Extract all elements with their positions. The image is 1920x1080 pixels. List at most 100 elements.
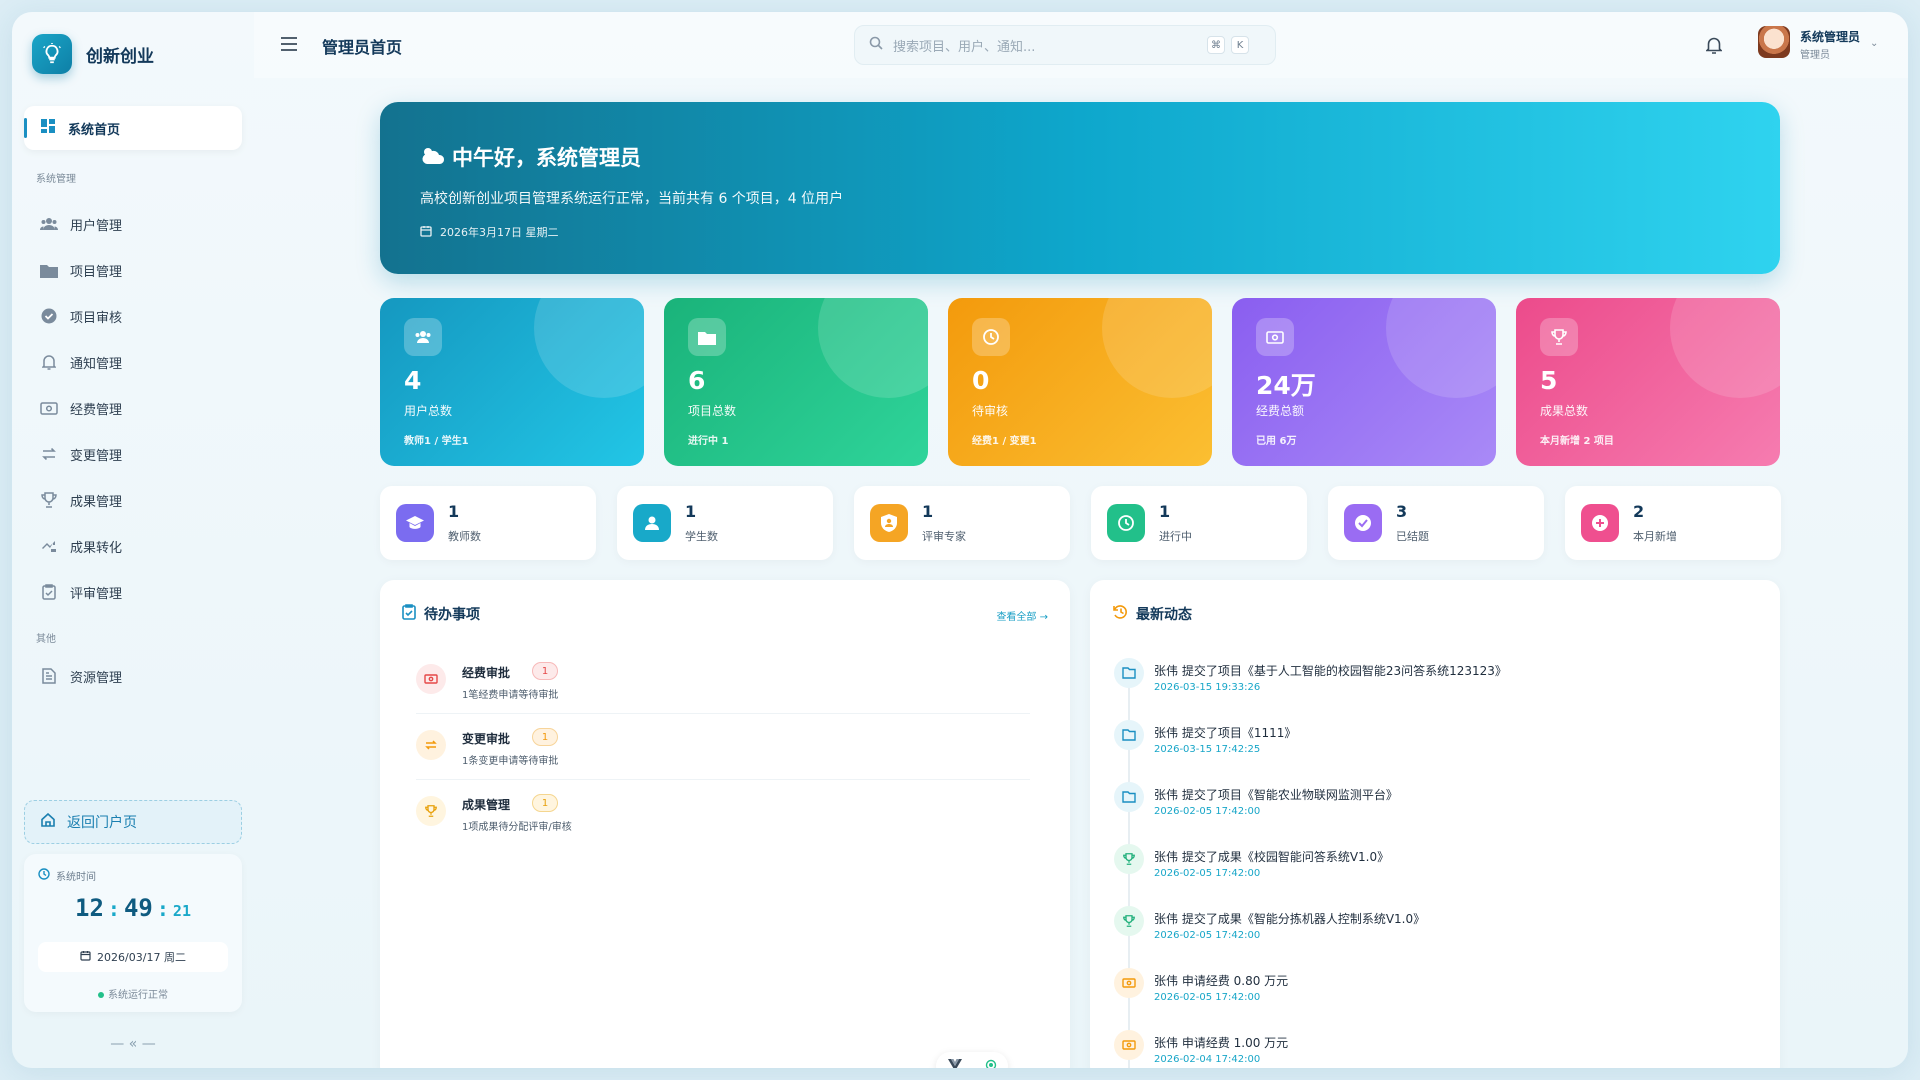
history-icon bbox=[1112, 604, 1128, 624]
mini-value: 2 bbox=[1633, 502, 1645, 521]
section-label-other: 其他 bbox=[36, 634, 56, 645]
todo-panel-title: 待办事项 bbox=[402, 604, 480, 624]
sidebar-item-label: 评审管理 bbox=[70, 586, 123, 602]
mini-card-teachers[interactable]: 1 教师数 bbox=[380, 486, 596, 560]
transfer-icon bbox=[40, 537, 58, 555]
swap-icon bbox=[40, 445, 58, 463]
mini-card-ongoing[interactable]: 1 进行中 bbox=[1091, 486, 1307, 560]
mini-value: 1 bbox=[448, 502, 460, 521]
sidebar-item-home[interactable]: 系统首页 bbox=[24, 106, 242, 150]
money-icon bbox=[1256, 318, 1294, 356]
money-icon bbox=[416, 664, 446, 694]
cloud-sun-icon bbox=[420, 145, 446, 170]
stat-value: 5 bbox=[1540, 366, 1558, 395]
check-badge-icon bbox=[40, 307, 58, 325]
stat-card-users[interactable]: 4 用户总数 教师1 / 学生1 bbox=[380, 298, 644, 466]
activity-item[interactable]: 张伟 提交了成果《智能分拣机器人控制系统V1.0》 2026-02-05 17:… bbox=[1114, 906, 1734, 968]
sidebar-item-label: 成果管理 bbox=[70, 494, 123, 510]
mini-card-students[interactable]: 1 学生数 bbox=[617, 486, 833, 560]
stat-card-funds[interactable]: 24万 经费总额 已用 6万 bbox=[1232, 298, 1496, 466]
activity-panel-title: 最新动态 bbox=[1112, 604, 1192, 624]
stat-label: 经费总额 bbox=[1256, 404, 1305, 418]
activity-text: 张伟 提交了项目《基于人工智能的校园智能23问答系统123123》 bbox=[1154, 664, 1507, 678]
user-name[interactable]: 系统管理员 bbox=[1800, 28, 1860, 45]
bell-icon bbox=[40, 353, 58, 371]
floating-toolbar bbox=[936, 1052, 1008, 1068]
activity-item[interactable]: 张伟 提交了项目《1111》 2026-03-15 17:42:25 bbox=[1114, 720, 1734, 782]
sidebar-item-users[interactable]: 用户管理 bbox=[24, 204, 242, 244]
sidebar-item-review[interactable]: 评审管理 bbox=[24, 572, 242, 612]
clock-icon bbox=[38, 868, 50, 883]
activity-item[interactable]: 张伟 提交了项目《智能农业物联网监测平台》 2026-02-05 17:42:0… bbox=[1114, 782, 1734, 844]
activity-item[interactable]: 张伟 提交了成果《校园智能问答系统V1.0》 2026-02-05 17:42:… bbox=[1114, 844, 1734, 906]
app-name: 创新创业 bbox=[86, 46, 154, 67]
page-title: 管理员首页 bbox=[322, 38, 403, 57]
menu-icon[interactable] bbox=[280, 36, 300, 54]
swap-icon bbox=[416, 730, 446, 760]
activity-time: 2026-02-05 17:42:00 bbox=[1154, 868, 1261, 879]
top-header: 管理员首页 搜索项目、用户、通知... ⌘ K 系统管理员 管理员 ⌄ bbox=[254, 12, 1908, 78]
mini-card-new-this-month[interactable]: 2 本月新增 bbox=[1565, 486, 1781, 560]
chevron-down-icon[interactable]: ⌄ bbox=[1870, 38, 1878, 49]
sidebar-item-resources[interactable]: 资源管理 bbox=[24, 656, 242, 696]
mini-card-experts[interactable]: 1 评审专家 bbox=[854, 486, 1070, 560]
back-to-portal-button[interactable]: 返回门户页 bbox=[24, 800, 242, 844]
logo[interactable]: 创新创业 bbox=[32, 34, 154, 74]
sidebar-item-notices[interactable]: 通知管理 bbox=[24, 342, 242, 382]
view-all-link[interactable]: 查看全部 → bbox=[996, 608, 1048, 623]
trophy-icon bbox=[416, 796, 446, 826]
activity-item[interactable]: 张伟 提交了项目《基于人工智能的校园智能23问答系统123123》 2026-0… bbox=[1114, 658, 1734, 720]
target-icon[interactable] bbox=[985, 1059, 997, 1068]
mini-label: 评审专家 bbox=[922, 530, 966, 543]
trophy-icon bbox=[40, 491, 58, 509]
stat-note: 本月新增 2 项目 bbox=[1540, 436, 1614, 447]
mini-label: 进行中 bbox=[1159, 530, 1192, 543]
sidebar-item-changes[interactable]: 变更管理 bbox=[24, 434, 242, 474]
activity-time: 2026-02-05 17:42:00 bbox=[1154, 806, 1261, 817]
sidebar-item-label: 通知管理 bbox=[70, 356, 123, 372]
sidebar-item-funds[interactable]: 经费管理 bbox=[24, 388, 242, 428]
activity-item[interactable]: 张伟 申请经费 0.80 万元 2026-02-05 17:42:00 bbox=[1114, 968, 1734, 1030]
clock-label: 系统时间 bbox=[38, 868, 96, 883]
activity-text: 张伟 提交了成果《校园智能问答系统V1.0》 bbox=[1154, 850, 1390, 864]
sidebar-item-transfer[interactable]: 成果转化 bbox=[24, 526, 242, 566]
todo-item-fund-approval[interactable]: 经费审批 1 1笔经费申请等待审批 bbox=[416, 650, 1030, 714]
activity-item[interactable]: 张伟 申请经费 1.00 万元 2026-02-04 17:42:00 bbox=[1114, 1030, 1734, 1068]
stat-card-achievements[interactable]: 5 成果总数 本月新增 2 项目 bbox=[1516, 298, 1780, 466]
folder-icon bbox=[1114, 658, 1144, 688]
folder-icon bbox=[688, 318, 726, 356]
folder-icon bbox=[1114, 720, 1144, 750]
todo-title: 变更审批 bbox=[462, 732, 511, 746]
sidebar-item-label: 资源管理 bbox=[70, 670, 123, 686]
greeting-title: 中午好，系统管理员 bbox=[420, 142, 641, 172]
sidebar-item-label: 用户管理 bbox=[70, 218, 123, 234]
todo-item-change-approval[interactable]: 变更审批 1 1条变更申请等待审批 bbox=[416, 716, 1030, 780]
stat-card-pending[interactable]: 0 待审核 经费1 / 变更1 bbox=[948, 298, 1212, 466]
vue-logo-icon[interactable] bbox=[947, 1058, 962, 1068]
sidebar-item-projects[interactable]: 项目管理 bbox=[24, 250, 242, 290]
stat-label: 成果总数 bbox=[1540, 404, 1589, 418]
clipboard-check-icon bbox=[40, 583, 58, 601]
greeting-subtitle: 高校创新创业项目管理系统运行正常，当前共有 6 个项目，4 位用户 bbox=[420, 191, 844, 207]
activity-text: 张伟 提交了项目《智能农业物联网监测平台》 bbox=[1154, 788, 1398, 802]
users-icon bbox=[40, 215, 58, 233]
sidebar-item-achievements[interactable]: 成果管理 bbox=[24, 480, 242, 520]
mini-label: 学生数 bbox=[685, 530, 718, 543]
student-icon bbox=[633, 504, 671, 542]
sidebar-item-label: 变更管理 bbox=[70, 448, 123, 464]
home-icon bbox=[41, 812, 55, 831]
todo-item-achievement[interactable]: 成果管理 1 1项成果待分配评审/审核 bbox=[416, 782, 1030, 846]
activity-text: 张伟 提交了项目《1111》 bbox=[1154, 726, 1297, 740]
stat-card-projects[interactable]: 6 项目总数 进行中 1 bbox=[664, 298, 928, 466]
mini-label: 已结题 bbox=[1396, 530, 1429, 543]
clock-icon bbox=[1107, 504, 1145, 542]
collapse-sidebar-button[interactable]: — « — bbox=[12, 1036, 254, 1052]
calendar-icon bbox=[420, 225, 432, 240]
money-icon bbox=[1114, 1030, 1144, 1060]
search-input[interactable]: 搜索项目、用户、通知... ⌘ K bbox=[854, 25, 1276, 65]
users-icon bbox=[404, 318, 442, 356]
notification-bell-icon[interactable] bbox=[1705, 36, 1723, 58]
avatar[interactable] bbox=[1758, 26, 1790, 58]
sidebar-item-project-review[interactable]: 项目审核 bbox=[24, 296, 242, 336]
mini-card-completed[interactable]: 3 已结题 bbox=[1328, 486, 1544, 560]
